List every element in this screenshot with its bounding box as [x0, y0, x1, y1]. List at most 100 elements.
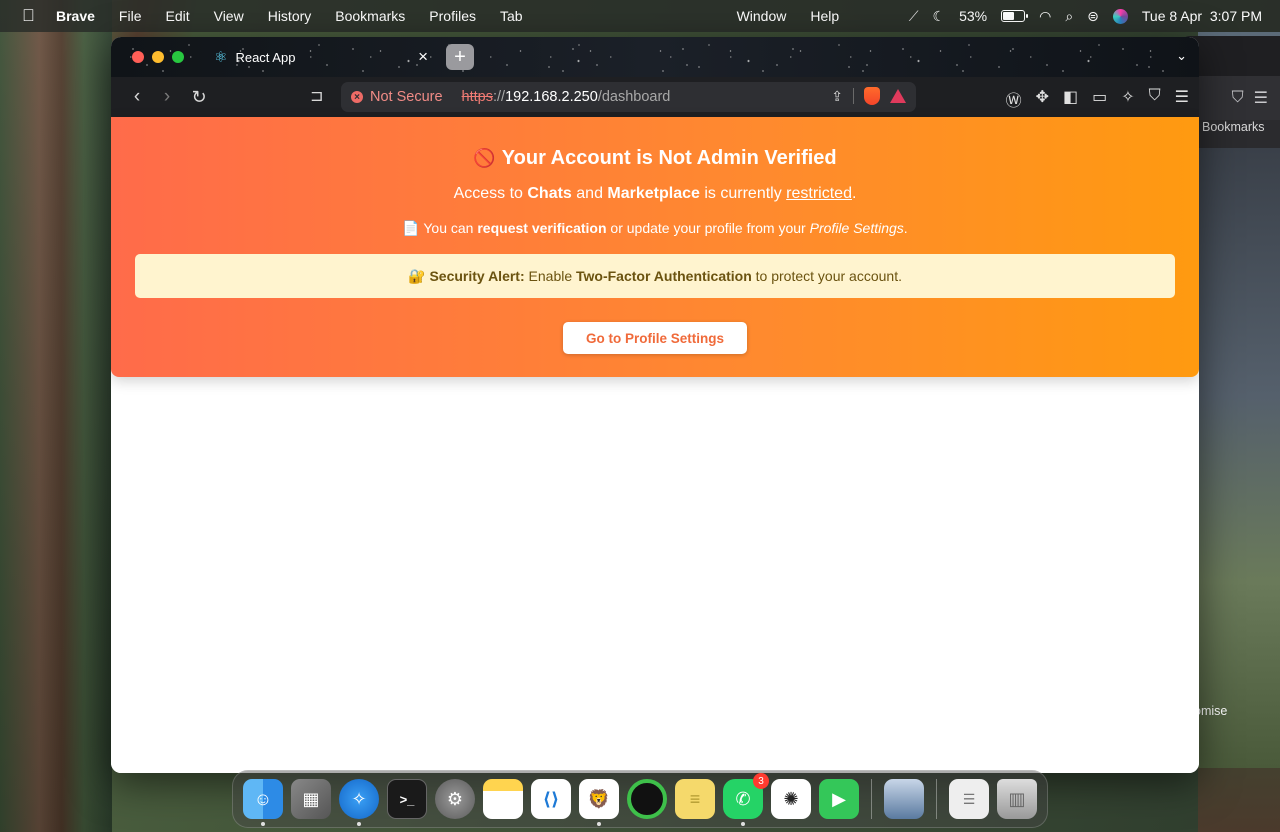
shield-icon: ⛉ [1231, 89, 1244, 106]
not-secure-icon[interactable]: × [351, 91, 363, 103]
close-window-button[interactable] [132, 51, 144, 63]
battery-icon[interactable] [1001, 10, 1029, 22]
line1-marketplace: Marketplace [607, 185, 700, 202]
menu-help[interactable]: Help [810, 8, 839, 24]
url-text[interactable]: https://192.168.2.250/dashboard [462, 89, 671, 105]
bookmark-icon[interactable]: ⊐ [310, 86, 323, 106]
dock-chatgpt[interactable]: ✺ [771, 779, 811, 819]
share-icon[interactable]: ⇪ [831, 88, 843, 105]
tab-react-app[interactable]: ⚛ React App × [210, 42, 432, 72]
siri-icon[interactable] [1112, 8, 1128, 24]
desktop-wallpaper-left [0, 0, 112, 832]
dock-separator [871, 779, 872, 819]
menu-file[interactable]: File [119, 8, 142, 24]
dock-trash[interactable]: ▥ [997, 779, 1037, 819]
dock-activity[interactable] [627, 779, 667, 819]
menu-bookmarks[interactable]: Bookmarks [335, 8, 405, 24]
status-area: ⟋ ☾ 53% ◠ ⌕ ⊜ Tue 8 Apr 3:07 PM [909, 8, 1262, 25]
extensions-icon[interactable]: ✥ [1036, 87, 1049, 111]
line1-restricted: restricted [786, 185, 852, 202]
line1-chats: Chats [527, 185, 572, 202]
url-path: /dashboard [597, 89, 671, 105]
alert-label: Security Alert: [429, 268, 525, 284]
verification-banner: 🚫 Your Account is Not Admin Verified Acce… [111, 117, 1199, 377]
close-tab-icon[interactable]: × [418, 47, 428, 67]
wallet-w-icon[interactable]: Ⓦ [1006, 87, 1022, 111]
prohibited-icon: 🚫 [473, 148, 496, 168]
banner-title: 🚫 Your Account is Not Admin Verified [111, 147, 1199, 170]
url-separator: :// [492, 89, 506, 105]
dock-whatsapp[interactable]: ✆ 3 [723, 773, 769, 826]
menu-edit[interactable]: Edit [165, 8, 189, 24]
forward-icon[interactable]: › [153, 86, 181, 108]
background-bookmarks-label: Bookmarks [1202, 120, 1265, 134]
menu-bar:  Brave File Edit View History Bookmarks… [0, 0, 1280, 32]
whatsapp-badge: 3 [753, 773, 769, 789]
brave-rewards-icon[interactable] [890, 89, 906, 103]
dock: ☺ ▦ ✧ >_ ⚙ ⟨⟩ 🦁 ≡ ✆ 3 ✺ ▶ ☰ ▥ [232, 770, 1048, 828]
security-alert: 🔐 Security Alert: Enable Two-Factor Authe… [135, 254, 1175, 298]
wifi-icon[interactable]: ◠ [1039, 8, 1051, 25]
dock-finder[interactable]: ☺ [243, 779, 283, 826]
dock-vscode[interactable]: ⟨⟩ [531, 779, 571, 819]
back-icon[interactable]: ‹ [123, 86, 151, 108]
background-content [1198, 148, 1280, 768]
banner-title-text: Your Account is Not Admin Verified [501, 147, 837, 169]
dock-stickies[interactable]: ≡ [675, 779, 715, 819]
line1-prefix: Access to [453, 185, 528, 202]
not-secure-label[interactable]: Not Secure [370, 89, 443, 105]
leo-ai-icon[interactable]: ✧ [1121, 87, 1134, 111]
wallet-icon[interactable]: ▭ [1092, 87, 1107, 111]
document-icon: 📄 [402, 220, 420, 236]
menu-history[interactable]: History [268, 8, 312, 24]
brave-shields-icon[interactable] [864, 87, 880, 105]
access-restriction-text: Access to Chats and Marketplace is curre… [111, 185, 1199, 203]
line2-suffix: . [903, 220, 908, 236]
control-center-icon[interactable]: ⊜ [1087, 8, 1099, 25]
react-icon: ⚛ [214, 49, 228, 66]
zoom-window-button[interactable] [172, 51, 184, 63]
menu-profiles[interactable]: Profiles [429, 8, 476, 24]
menu-tab[interactable]: Tab [500, 8, 523, 24]
dock-brave[interactable]: 🦁 [579, 779, 619, 826]
apple-icon[interactable]:  [22, 6, 42, 26]
dock-system-settings[interactable]: ⚙ [435, 779, 475, 819]
dock-notes[interactable] [483, 779, 523, 819]
menu-icon[interactable]: ☰ [1175, 87, 1189, 111]
sidebar-icon[interactable]: ◧ [1063, 87, 1078, 111]
dock-facetime[interactable]: ▶ [819, 779, 859, 819]
moon-icon[interactable]: ☾ [933, 8, 946, 25]
alert-suffix: to protect your account. [751, 268, 902, 284]
tab-title: React App [235, 49, 296, 65]
line1-middle: is currently [699, 185, 787, 202]
menu-view[interactable]: View [214, 8, 244, 24]
pen-slash-icon[interactable]: ⟋ [909, 8, 919, 25]
chevron-down-icon[interactable]: ⌄ [1176, 48, 1187, 64]
url-scheme: https [461, 89, 493, 105]
reload-icon[interactable]: ↻ [185, 87, 213, 108]
menu-window[interactable]: Window [737, 8, 787, 24]
dock-terminal[interactable]: >_ [387, 779, 427, 819]
address-bar-actions: ⇪ [831, 87, 906, 105]
menu-app-name[interactable]: Brave [56, 8, 95, 24]
battery-percent: 53% [959, 8, 988, 24]
go-to-profile-settings-button[interactable]: Go to Profile Settings [563, 322, 747, 354]
line2-settings: Profile Settings [809, 220, 904, 236]
vpn-shield-icon[interactable]: ⛉ [1149, 87, 1161, 111]
new-tab-button[interactable]: + [446, 44, 474, 70]
clock[interactable]: Tue 8 Apr 3:07 PM [1142, 8, 1262, 24]
toolbar-actions: Ⓦ ✥ ◧ ▭ ✧ ⛉ ☰ [1006, 87, 1189, 111]
line2-middle: or update your profile from your [606, 220, 810, 236]
dock-preview[interactable] [884, 779, 924, 819]
dock-launchpad[interactable]: ▦ [291, 779, 331, 819]
browser-window: ⚛ React App × + ⌄ ‹ › ↻ ⊐ × Not Secure h… [111, 37, 1199, 773]
address-bar[interactable]: × Not Secure https://192.168.2.250/dashb… [341, 82, 916, 112]
dock-safari[interactable]: ✧ [339, 779, 379, 826]
search-icon[interactable]: ⌕ [1065, 8, 1073, 25]
divider [853, 88, 854, 104]
dock-documents[interactable]: ☰ [949, 779, 989, 819]
dock-separator [936, 779, 937, 819]
minimize-window-button[interactable] [152, 51, 164, 63]
line2-request: request verification [477, 220, 607, 236]
alert-tfa: Two-Factor Authentication [576, 268, 752, 284]
